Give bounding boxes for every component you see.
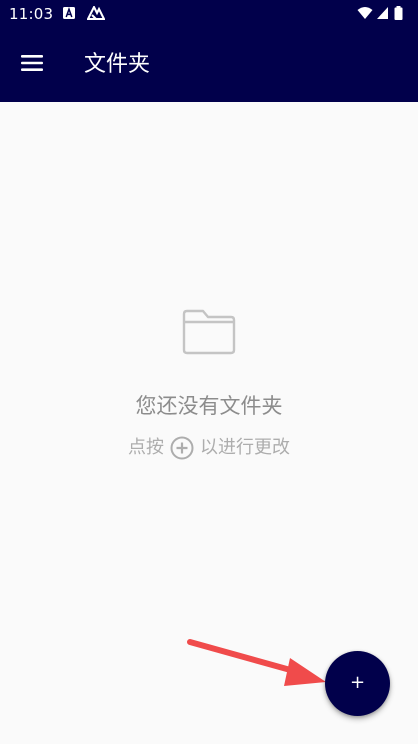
empty-hint: 点按 以进行更改 xyxy=(0,435,418,461)
plus-icon: + xyxy=(349,671,366,693)
wifi-icon xyxy=(357,7,373,19)
hint-text-before: 点按 xyxy=(128,437,164,458)
hamburger-menu-icon xyxy=(21,55,43,71)
empty-title: 您还没有文件夹 xyxy=(135,394,283,418)
notification-app-icon xyxy=(87,6,105,20)
folder-icon xyxy=(182,309,236,355)
red-arrow-icon xyxy=(187,639,326,686)
add-circle-icon xyxy=(170,436,194,460)
signal-icon xyxy=(377,7,388,19)
add-folder-button[interactable]: + xyxy=(325,651,390,716)
screen: 11:03 文件夹 您还没有文件夹 点按 以进行更改 + xyxy=(0,0,418,744)
status-time: 11:03 xyxy=(9,5,54,23)
battery-icon xyxy=(394,6,403,20)
status-bar: 11:03 xyxy=(0,0,418,28)
page-title: 文件夹 xyxy=(84,52,151,77)
menu-button[interactable] xyxy=(12,43,52,83)
a-box-icon xyxy=(63,6,75,19)
app-bar: 文件夹 xyxy=(0,28,418,102)
hint-text-after: 以进行更改 xyxy=(200,437,290,458)
